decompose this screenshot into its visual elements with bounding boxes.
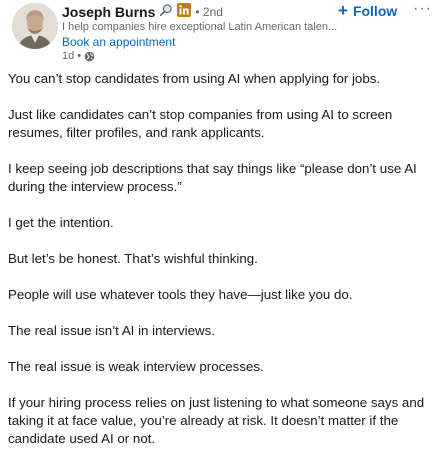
author-name-row: Joseph Burns • 2nd [62,2,223,22]
author-name[interactable]: Joseph Burns [62,4,155,20]
search-icon [159,3,173,22]
follow-button[interactable]: + Follow [338,2,397,19]
more-icon[interactable]: ··· [413,0,432,18]
globe-icon [84,51,95,62]
post-paragraph: Just like candidates can’t stop companie… [8,107,393,140]
follow-label: Follow [352,2,398,19]
post-paragraph: People will use whatever tools they have… [8,287,353,302]
post-paragraph: The real issue isn’t AI in interviews. [8,323,215,338]
book-appointment-link[interactable]: Book an appointment [62,35,175,49]
plus-icon: + [338,1,348,20]
post-header: Joseph Burns • 2nd I help companies hire… [0,0,448,68]
author-headline: I help companies hire exceptional Latin … [62,21,338,33]
post-paragraph: But let’s be honest. That’s wishful thin… [8,251,258,266]
post-body: You can’t stop candidates from using AI … [8,70,444,466]
post-paragraph: You can’t stop candidates from using AI … [8,71,381,86]
post-paragraph: The real issue is weak interview process… [8,359,264,374]
post-meta: 1d • [62,50,95,62]
post-paragraph: I keep seeing job descriptions that say … [8,161,417,194]
connection-degree: • 2nd [195,5,223,19]
post-paragraph: I get the intention. [8,215,114,230]
linkedin-premium-icon [177,2,192,22]
post-paragraph: If your hiring process relies on just li… [8,395,425,446]
post-time: 1d • [62,50,82,62]
avatar[interactable] [12,3,58,49]
